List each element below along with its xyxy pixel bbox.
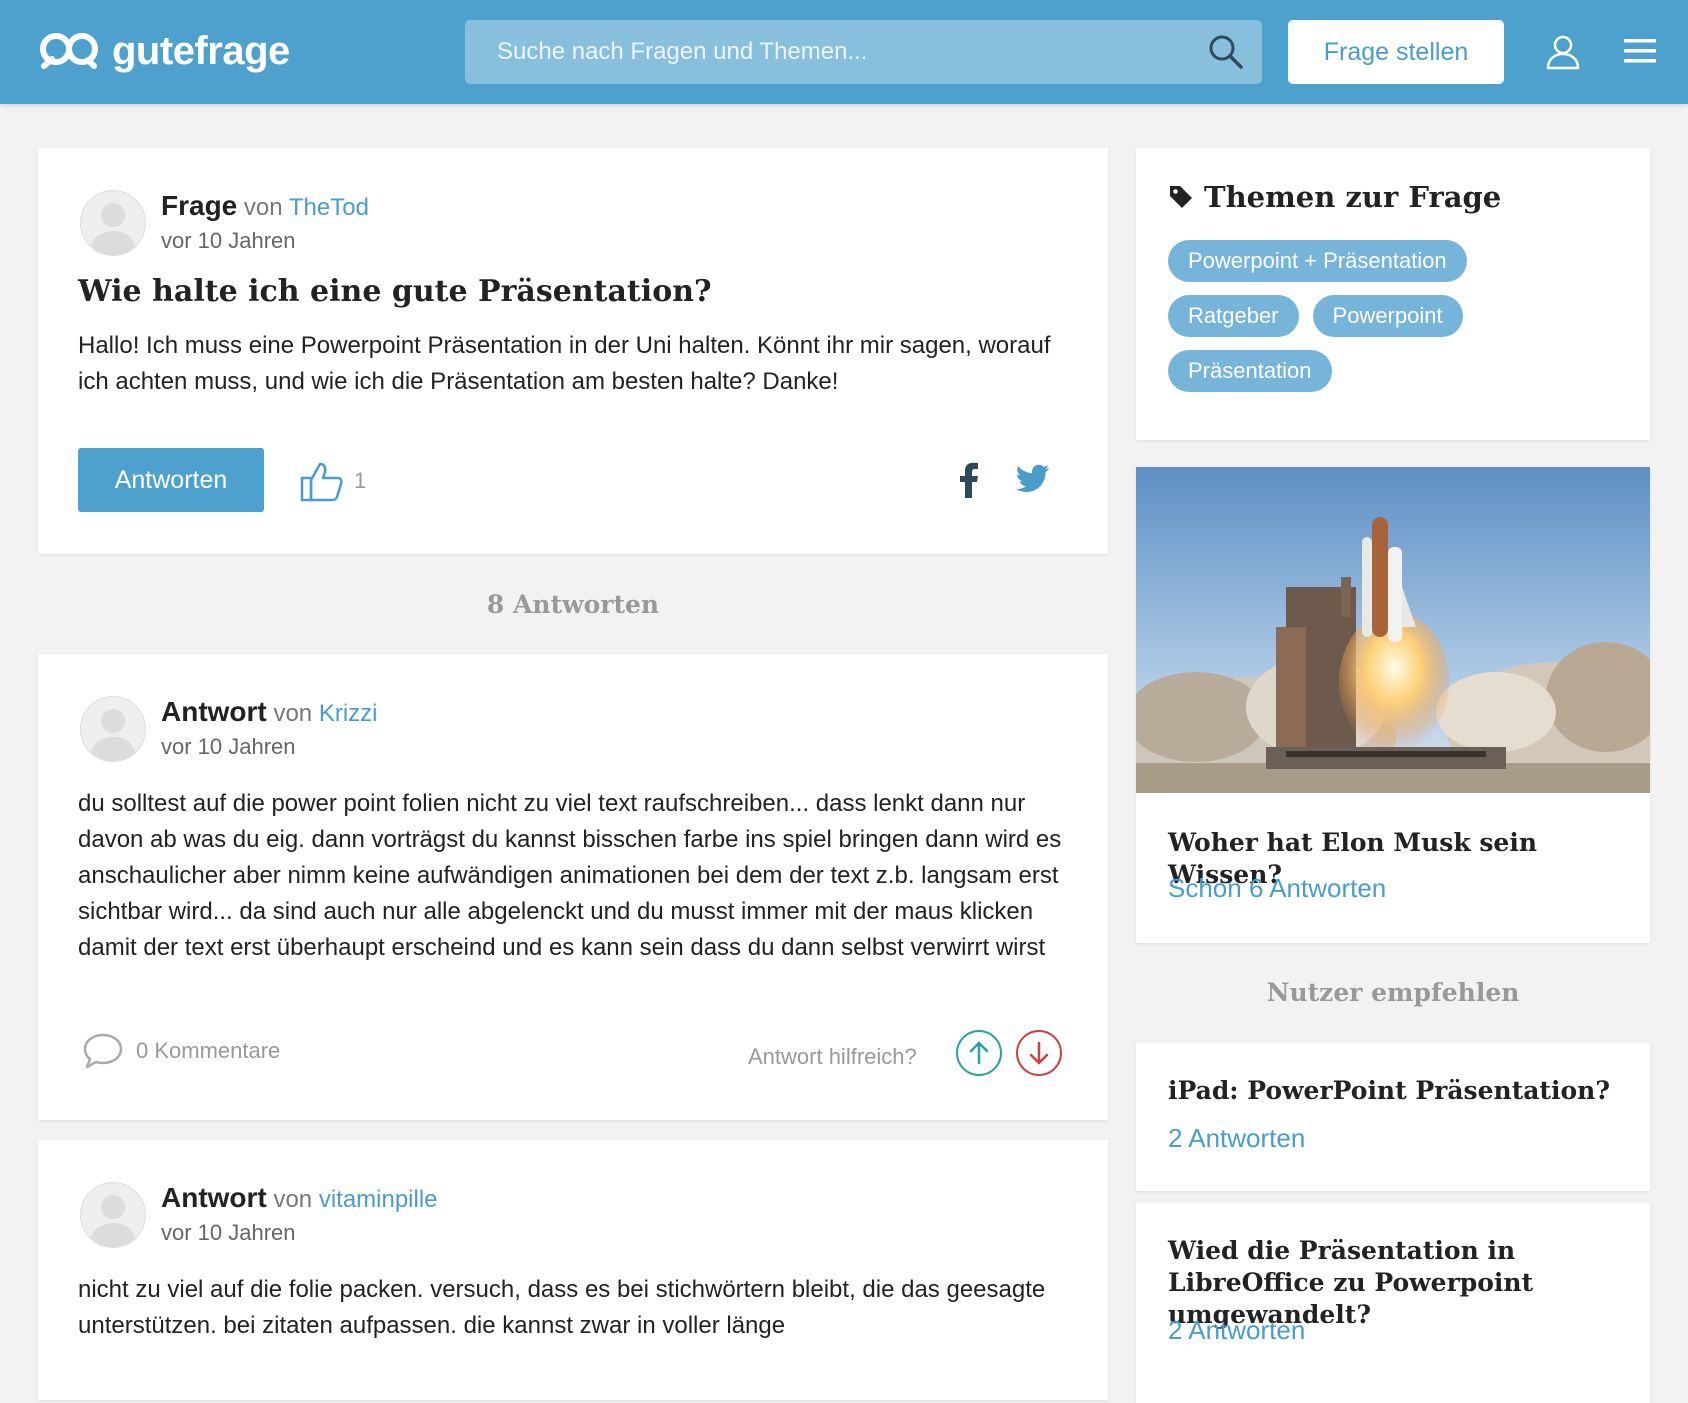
avatar[interactable]: [80, 190, 146, 256]
related-answers-link[interactable]: 2 Antworten: [1168, 1123, 1305, 1154]
post-time: vor 10 Jahren: [161, 734, 296, 759]
post-kind: Antwort: [161, 1182, 267, 1213]
tag[interactable]: Powerpoint: [1312, 295, 1463, 337]
answers-count-heading: 8 Antworten: [486, 590, 660, 619]
comment-bubble-icon: [83, 1033, 123, 1069]
post-time: vor 10 Jahren: [161, 1220, 296, 1245]
topics-heading: Themen zur Frage: [1168, 180, 1501, 214]
promo-answers-link[interactable]: Schon 6 Antworten: [1168, 873, 1386, 904]
tag[interactable]: Ratgeber: [1168, 295, 1299, 337]
avatar[interactable]: [80, 696, 146, 762]
promo-card[interactable]: Woher hat Elon Musk sein Wissen? Schon 6…: [1136, 467, 1650, 943]
search-bar: [465, 20, 1262, 84]
tag-icon: [1170, 186, 1192, 208]
comments-button[interactable]: 0 Kommentare: [82, 1032, 280, 1070]
logo-text: gutefrage: [112, 28, 290, 73]
von-label: von: [273, 1186, 313, 1213]
related-question-card[interactable]: iPad: PowerPoint Präsentation? 2 Antwort…: [1136, 1043, 1650, 1191]
upvote-button[interactable]: [956, 1030, 1002, 1076]
comments-count: 0 Kommentare: [136, 1038, 281, 1063]
answer-button[interactable]: Antworten: [78, 448, 264, 512]
logo[interactable]: gutefrage: [40, 28, 290, 74]
post-kind: Antwort: [161, 696, 267, 727]
helpful-label: Antwort hilfreich?: [748, 1044, 917, 1069]
logo-icon: [40, 33, 98, 69]
hamburger-menu-icon[interactable]: [1624, 38, 1656, 64]
user-icon[interactable]: [1546, 34, 1580, 70]
answer-body: du solltest auf die power point folien n…: [78, 790, 1062, 961]
like-count: 1: [354, 468, 367, 493]
rocket-launch-image[interactable]: [1136, 467, 1650, 793]
post-kind: Frage: [161, 190, 238, 221]
top-header: gutefrage Frage stellen: [0, 0, 1688, 104]
downvote-button[interactable]: [1016, 1030, 1062, 1076]
related-answers-link[interactable]: 2 Antworten: [1168, 1315, 1305, 1346]
tag-list: Powerpoint + Präsentation Ratgeber Powerpo…: [1168, 240, 1608, 405]
related-question-title[interactable]: iPad: PowerPoint Präsentation?: [1168, 1075, 1628, 1107]
author-link[interactable]: TheTod: [289, 194, 369, 221]
von-label: von: [273, 700, 313, 727]
tag[interactable]: Präsentation: [1168, 350, 1332, 392]
avatar-placeholder-icon: [89, 203, 137, 255]
avatar-placeholder-icon: [89, 1195, 137, 1247]
author-link[interactable]: Krizzi: [319, 700, 378, 727]
ask-question-button[interactable]: Frage stellen: [1288, 20, 1504, 84]
thumbs-up-icon: [300, 462, 343, 502]
answer-card: Antwort von Krizzi vor 10 Jahren du soll…: [38, 654, 1108, 1120]
avatar[interactable]: [80, 1182, 146, 1248]
tag[interactable]: Powerpoint + Präsentation: [1168, 240, 1467, 282]
avatar-placeholder-icon: [89, 709, 137, 761]
topics-title: Themen zur Frage: [1204, 180, 1502, 214]
question-body: Hallo! Ich muss eine Powerpoint Präsenta…: [78, 332, 1051, 395]
author-link[interactable]: vitaminpille: [319, 1186, 438, 1213]
question-title: Wie halte ich eine gute Präsentation?: [78, 274, 712, 309]
recommend-heading: Nutzer empfehlen: [1266, 978, 1520, 1007]
question-card: Frage von TheTod vor 10 Jahren Wie halte…: [38, 148, 1108, 554]
answer-meta: Antwort von vitaminpille: [161, 1182, 438, 1214]
post-time: vor 10 Jahren: [161, 228, 296, 253]
von-label: von: [243, 194, 283, 221]
search-icon[interactable]: [1208, 34, 1244, 70]
twitter-icon[interactable]: [1016, 464, 1050, 494]
question-meta: Frage von TheTod: [161, 190, 369, 222]
facebook-icon[interactable]: [958, 462, 980, 498]
answer-body: nicht zu viel auf die folie packen. vers…: [78, 1276, 1046, 1339]
arrow-up-icon: [969, 1041, 989, 1065]
search-input[interactable]: [465, 20, 1205, 84]
answer-meta: Antwort von Krizzi: [161, 696, 377, 728]
answer-card: Antwort von vitaminpille vor 10 Jahren n…: [38, 1140, 1108, 1400]
related-question-card[interactable]: Wied die Präsentation in LibreOffice zu …: [1136, 1203, 1650, 1403]
like-button[interactable]: 1: [300, 460, 366, 502]
topics-card: Themen zur Frage Powerpoint + Präsentati…: [1136, 148, 1650, 440]
arrow-down-icon: [1029, 1041, 1049, 1065]
